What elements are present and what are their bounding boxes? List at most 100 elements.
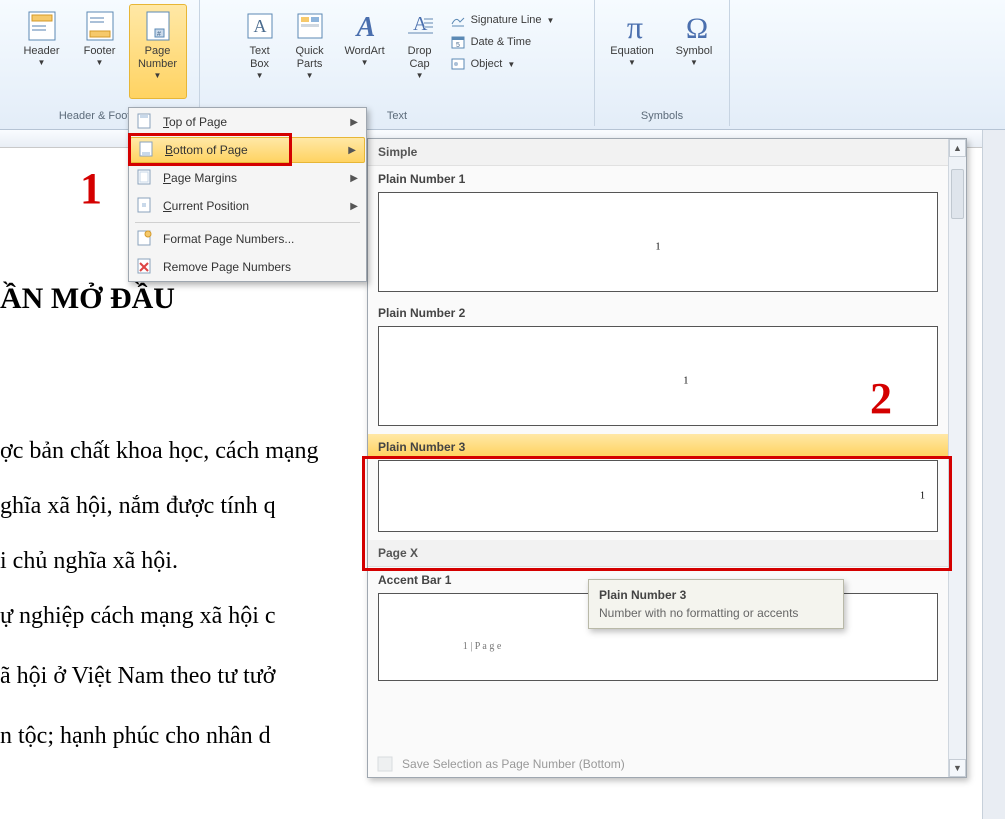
- format-icon: [135, 229, 155, 249]
- chevron-down-icon: ▼: [690, 58, 698, 67]
- submenu-arrow-icon: ▶: [350, 201, 358, 212]
- annotation-2: 2: [870, 373, 892, 424]
- chevron-down-icon: ▼: [38, 58, 46, 67]
- preview-number: 1: [920, 491, 925, 502]
- header-label: Header: [23, 45, 59, 58]
- document-line: ự nghiệp cách mạng xã hội c: [0, 603, 276, 630]
- gallery-section-header: Simple: [368, 139, 948, 166]
- chevron-down-icon: ▼: [306, 71, 314, 80]
- svg-text:Ω: Ω: [686, 12, 708, 44]
- wordart-icon: A: [348, 9, 382, 43]
- page-number-button[interactable]: # Page Number ▼: [129, 4, 187, 99]
- gallery-item-plain-number-2[interactable]: Plain Number 2 1: [368, 300, 948, 426]
- menu-label: Bottom of Page: [165, 143, 248, 157]
- tooltip-body: Number with no formatting or accents: [599, 606, 833, 620]
- symbol-button[interactable]: Ω Symbol ▼: [664, 4, 724, 99]
- wordart-button[interactable]: A WordArt ▼: [335, 4, 395, 99]
- remove-icon: [135, 257, 155, 277]
- menu-label: Remove Page Numbers: [163, 260, 291, 274]
- menu-current-position[interactable]: Current Position ▶: [129, 192, 366, 220]
- preview-number: 1: [656, 241, 661, 252]
- page-top-icon: [135, 112, 155, 132]
- page-number-icon: #: [141, 9, 175, 43]
- scroll-thumb[interactable]: [951, 169, 964, 219]
- equation-label: Equation: [610, 45, 653, 58]
- submenu-arrow-icon: ▶: [350, 117, 358, 128]
- submenu-arrow-icon: ▶: [348, 145, 356, 156]
- svg-text:A: A: [354, 12, 375, 42]
- gallery-scrollbar[interactable]: ▲ ▼: [948, 139, 966, 777]
- menu-top-of-page[interactable]: Top of Page ▶: [129, 108, 366, 136]
- gallery-preview: 1: [378, 192, 938, 292]
- tooltip-title: Plain Number 3: [599, 588, 833, 602]
- date-time-icon: 5: [450, 34, 466, 50]
- gallery-item-title: Plain Number 1: [368, 166, 948, 188]
- drop-cap-icon: A: [403, 9, 437, 43]
- quick-parts-label: Quick Parts: [292, 45, 328, 71]
- footer-label: Footer: [84, 45, 116, 58]
- signature-icon: [450, 12, 466, 28]
- gallery-preview: 1: [378, 326, 938, 426]
- chevron-down-icon: ▼: [507, 60, 515, 69]
- gallery-footer: Save Selection as Page Number (Bottom): [376, 755, 940, 773]
- gallery-item-title: Plain Number 2: [368, 300, 948, 322]
- right-sidebar-strip: [982, 130, 1005, 819]
- object-button[interactable]: Object ▼: [445, 54, 560, 74]
- svg-text:5: 5: [456, 42, 460, 49]
- gallery-item-plain-number-3[interactable]: Plain Number 3 1: [368, 434, 948, 532]
- header-icon: [25, 9, 59, 43]
- gallery-preview: 1: [378, 460, 938, 532]
- svg-text:A: A: [253, 16, 266, 36]
- footer-icon: [83, 9, 117, 43]
- gallery-item-title: Plain Number 3: [368, 434, 948, 456]
- tooltip: Plain Number 3 Number with no formatting…: [588, 579, 844, 629]
- document-line: i chủ nghĩa xã hội.: [0, 548, 178, 575]
- text-box-button[interactable]: A Text Box ▼: [235, 4, 285, 99]
- menu-label: Format Page Numbers...: [163, 232, 294, 246]
- quick-parts-icon: [293, 9, 327, 43]
- chevron-down-icon: ▼: [628, 58, 636, 67]
- menu-page-margins[interactable]: Page Margins ▶: [129, 164, 366, 192]
- menu-format-page-numbers[interactable]: Format Page Numbers...: [129, 225, 366, 253]
- footer-button[interactable]: Footer ▼: [71, 4, 129, 99]
- text-box-icon: A: [243, 9, 277, 43]
- page-number-dropdown: Top of Page ▶ Bottom of Page ▶ Page Marg…: [128, 107, 367, 282]
- drop-cap-label: Drop Cap: [402, 45, 438, 71]
- chevron-down-icon: ▼: [416, 71, 424, 80]
- menu-label: Page Margins: [163, 171, 237, 185]
- date-time-label: Date & Time: [471, 36, 532, 48]
- date-time-button[interactable]: 5 Date & Time: [445, 32, 560, 52]
- gallery-section-header: Page X: [368, 540, 948, 567]
- chevron-down-icon: ▼: [96, 58, 104, 67]
- document-line: ã hội ở Việt Nam theo tư tưở: [0, 663, 275, 690]
- wordart-label: WordArt: [344, 45, 384, 58]
- annotation-1: 1: [80, 163, 102, 214]
- group-label-symbols: Symbols: [595, 110, 729, 122]
- symbol-label: Symbol: [676, 45, 713, 58]
- svg-text:π: π: [627, 9, 643, 44]
- current-position-icon: [135, 196, 155, 216]
- quick-parts-button[interactable]: Quick Parts ▼: [285, 4, 335, 99]
- chevron-down-icon: ▼: [361, 58, 369, 67]
- scroll-up-icon[interactable]: ▲: [949, 139, 966, 157]
- menu-separator: [135, 222, 360, 223]
- drop-cap-button[interactable]: A Drop Cap ▼: [395, 4, 445, 99]
- signature-line-label: Signature Line: [471, 14, 542, 26]
- page-bottom-icon: [137, 140, 157, 160]
- chevron-down-icon: ▼: [547, 16, 555, 25]
- svg-text:#: #: [157, 31, 161, 38]
- object-icon: [450, 56, 466, 72]
- symbol-icon: Ω: [677, 9, 711, 43]
- menu-remove-page-numbers[interactable]: Remove Page Numbers: [129, 253, 366, 281]
- menu-label: Top of Page: [163, 115, 227, 129]
- document-line: ghĩa xã hội, nắm được tính q: [0, 493, 276, 520]
- signature-line-button[interactable]: Signature Line ▼: [445, 10, 560, 30]
- page-margins-icon: [135, 168, 155, 188]
- header-button[interactable]: Header ▼: [13, 4, 71, 99]
- gallery-item-plain-number-1[interactable]: Plain Number 1 1: [368, 166, 948, 292]
- equation-icon: π: [615, 9, 649, 43]
- scroll-down-icon[interactable]: ▼: [949, 759, 966, 777]
- menu-bottom-of-page[interactable]: Bottom of Page ▶: [130, 137, 365, 163]
- equation-button[interactable]: π Equation ▼: [600, 4, 664, 99]
- save-selection-label[interactable]: Save Selection as Page Number (Bottom): [402, 757, 625, 771]
